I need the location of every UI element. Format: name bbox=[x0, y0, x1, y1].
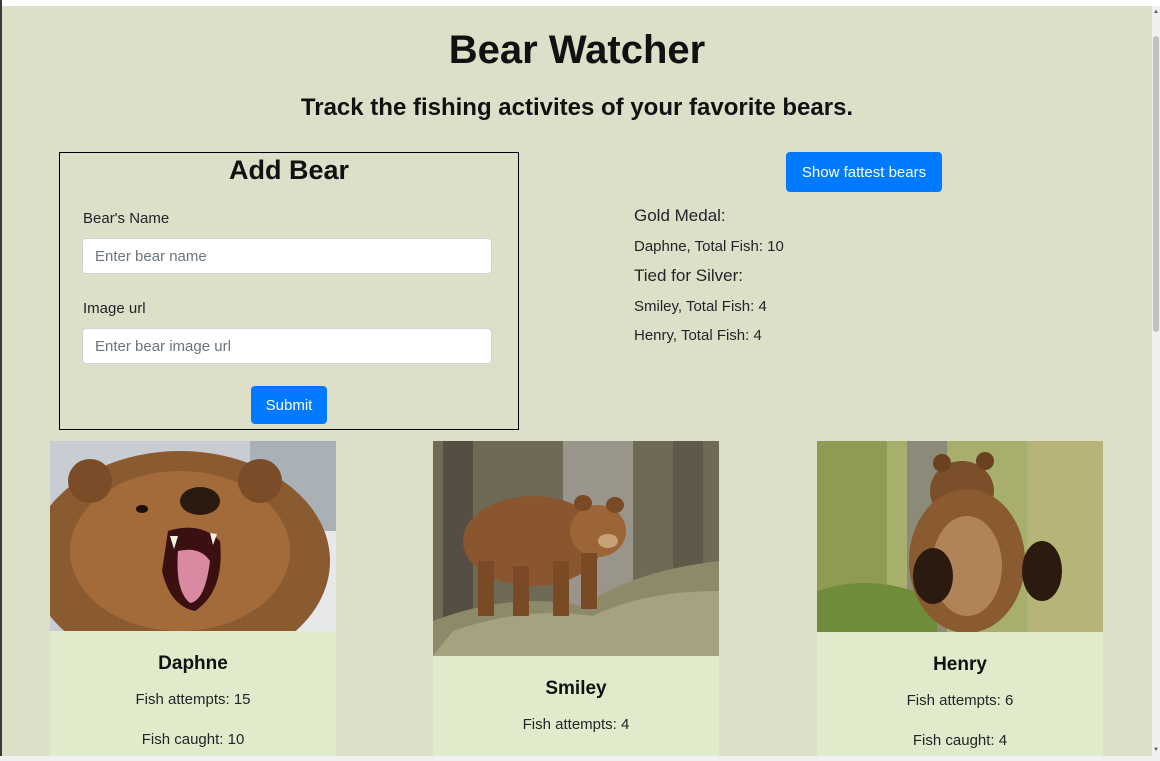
scroll-down-arrow-icon[interactable]: ▼ bbox=[1152, 744, 1160, 756]
gold-medal-heading: Gold Medal: bbox=[634, 206, 726, 225]
page-subtitle: Track the fishing activites of your favo… bbox=[300, 94, 854, 121]
bear-photo bbox=[817, 441, 1103, 632]
bear-card: Henry Fish attempts: 6 Fish caught: 4 bbox=[817, 441, 1103, 756]
vertical-scrollbar[interactable]: ▲ ▼ bbox=[1152, 6, 1160, 756]
page-title: Bear Watcher bbox=[448, 28, 706, 72]
bear-card: Daphne Fish attempts: 15 Fish caught: 10 bbox=[50, 441, 336, 756]
bear-name-label: Bear's Name bbox=[83, 210, 170, 227]
fish-caught: Fish caught: 10 bbox=[141, 731, 245, 748]
scroll-up-arrow-icon[interactable]: ▲ bbox=[1152, 6, 1160, 18]
bear-photo bbox=[433, 441, 719, 656]
image-url-label: Image url bbox=[83, 300, 146, 317]
fish-attempts: Fish attempts: 4 bbox=[522, 716, 630, 733]
bear-photo bbox=[50, 441, 336, 631]
bear-name: Daphne bbox=[158, 653, 228, 674]
bear-name: Henry bbox=[933, 654, 987, 675]
scroll-thumb[interactable] bbox=[1153, 36, 1159, 332]
show-fattest-bears-button[interactable]: Show fattest bears bbox=[786, 152, 942, 192]
silver-heading: Tied for Silver: bbox=[634, 266, 743, 285]
add-bear-form: Add Bear Bear's Name Image url Submit bbox=[59, 152, 519, 430]
bear-name-input[interactable] bbox=[82, 238, 492, 274]
silver-entry: Smiley, Total Fish: 4 bbox=[634, 298, 767, 315]
submit-button[interactable]: Submit bbox=[251, 386, 327, 424]
page: Bear Watcher Track the fishing activites… bbox=[2, 6, 1152, 756]
fish-attempts: Fish attempts: 6 bbox=[906, 692, 1014, 709]
gold-entry: Daphne, Total Fish: 10 bbox=[634, 238, 784, 255]
window-bottom-edge bbox=[0, 756, 1160, 761]
silver-entry: Henry, Total Fish: 4 bbox=[634, 327, 762, 344]
bear-card: Smiley Fish attempts: 4 bbox=[433, 441, 719, 756]
fish-attempts: Fish attempts: 15 bbox=[135, 691, 251, 708]
fish-caught: Fish caught: 4 bbox=[912, 732, 1008, 749]
bear-name: Smiley bbox=[545, 678, 607, 699]
add-bear-title: Add Bear bbox=[228, 155, 350, 185]
image-url-input[interactable] bbox=[82, 328, 492, 364]
